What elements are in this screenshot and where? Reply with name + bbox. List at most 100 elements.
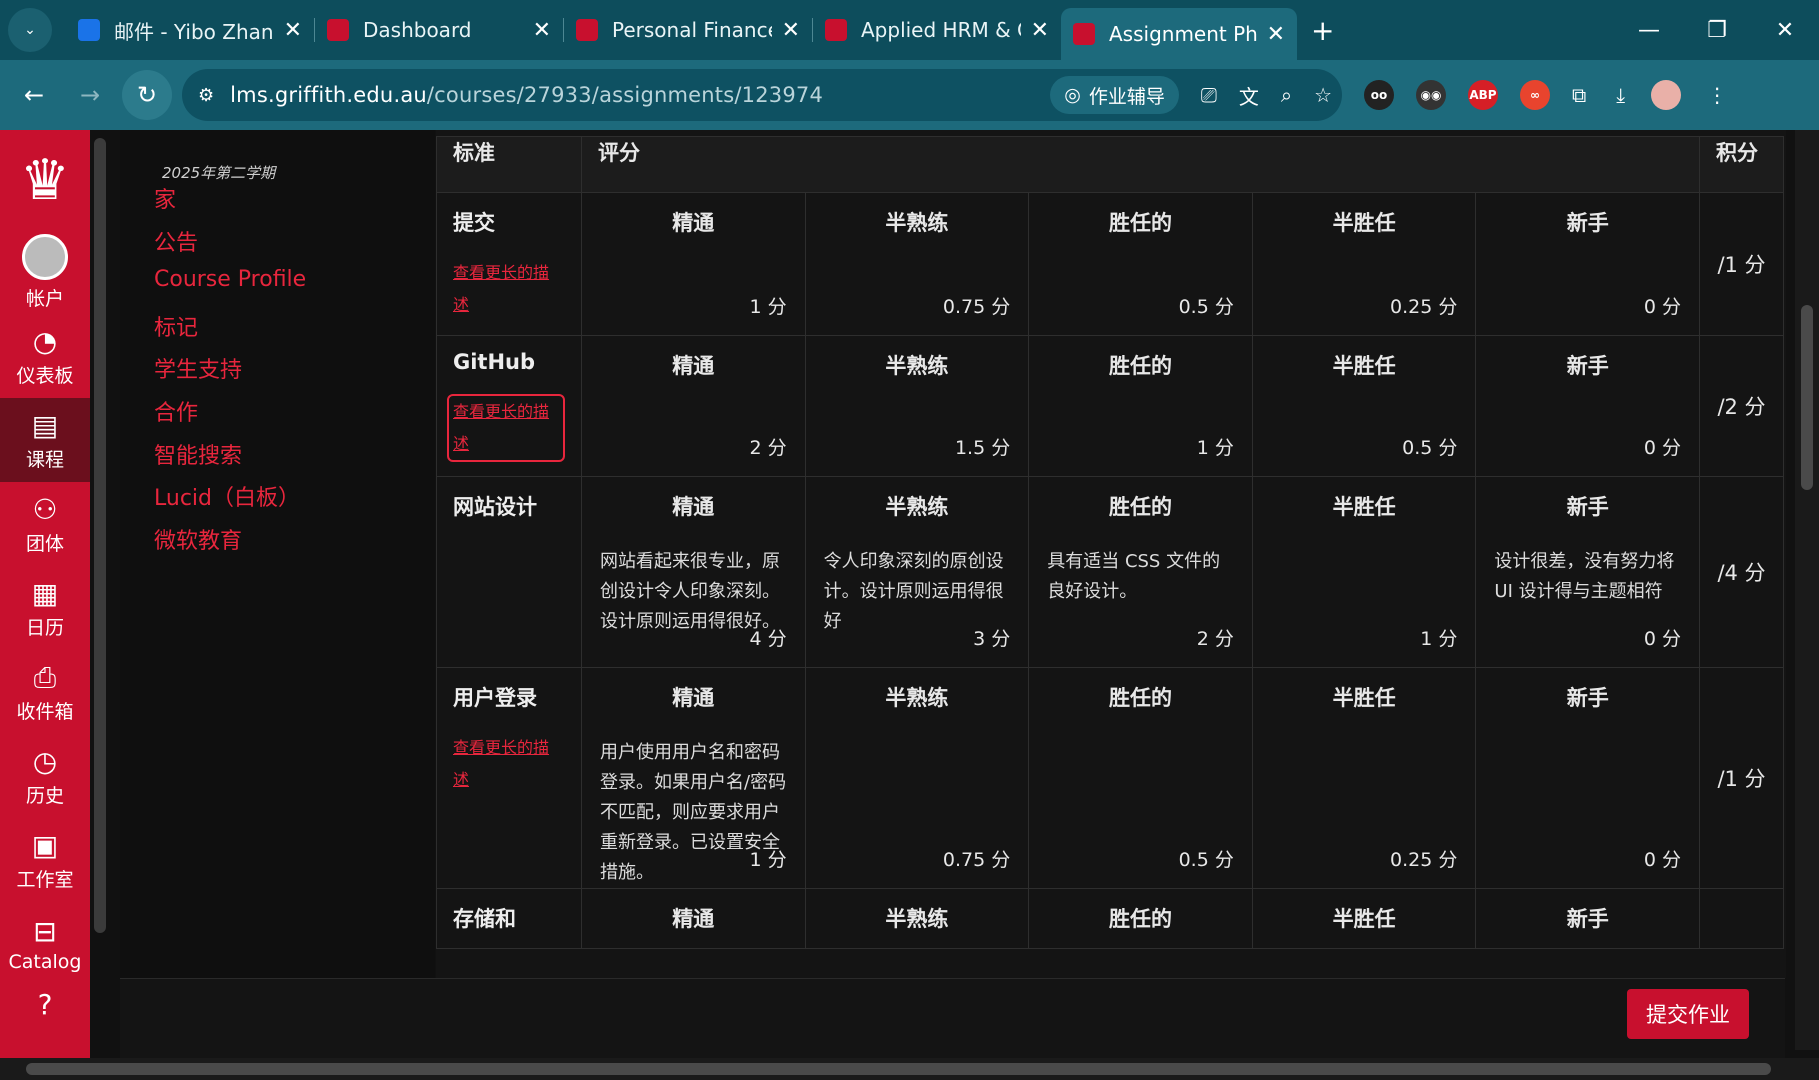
nav-history[interactable]: ◷ 历史 [0, 734, 90, 818]
rating-cell[interactable]: 半胜任 0.25 分 [1251, 667, 1477, 889]
course-nav-link[interactable]: 公告 [154, 225, 198, 257]
course-nav-link[interactable]: 微软教育 [154, 523, 242, 555]
griffith-logo[interactable]: ♛ [0, 130, 90, 230]
tab-close-icon[interactable]: ✕ [533, 18, 551, 43]
install-app-icon[interactable]: ⎚ [1201, 83, 1217, 107]
nav-account[interactable]: 帐户 [0, 230, 90, 314]
rating-cell[interactable]: 半熟练 令人印象深刻的原创设计。设计原则运用得很好 3 分 [804, 476, 1030, 668]
browser-tab[interactable]: Applied HRM & Cha ✕ [813, 8, 1061, 52]
tab-title: 邮件 - Yibo Zhang - ( [114, 19, 274, 44]
rating-cell[interactable]: 精通 用户使用用户名和密码登录。如果用户名/密码不匹配，则应要求用户重新登录。已设… [581, 667, 806, 889]
rating-cell[interactable]: 精通 [581, 888, 806, 949]
rating-cell[interactable]: 新手 0 分 [1475, 667, 1701, 889]
nav-catalog[interactable]: ⊟ Catalog [0, 902, 90, 986]
rating-cell[interactable]: 半胜任 0.25 分 [1251, 192, 1477, 336]
course-nav-link[interactable]: 合作 [154, 395, 198, 427]
course-nav-link[interactable]: Course Profile [154, 267, 306, 292]
tab-close-icon[interactable]: ✕ [284, 18, 302, 43]
browser-tab[interactable]: 邮件 - Yibo Zhang - ( ✕ [66, 8, 314, 52]
course-nav-link[interactable]: 家 [154, 182, 176, 214]
view-longer-description-link[interactable]: 查看更长的描述 [453, 257, 557, 321]
rating-cell[interactable]: 胜任的 0.5 分 [1028, 192, 1253, 336]
reload-icon[interactable]: ↻ [122, 70, 172, 120]
tab-search-chevron-icon[interactable]: ⌄ [8, 8, 52, 52]
nav-calendar[interactable]: ▦ 日历 [0, 566, 90, 650]
rating-points: 0 分 [1643, 437, 1682, 459]
nav-scrollbar[interactable] [94, 138, 106, 933]
dashboard-icon: ◔ [32, 324, 58, 358]
browser-tab[interactable]: Dashboard ✕ [315, 8, 563, 52]
rating-points: 0.5 分 [1178, 296, 1234, 318]
page-vertical-scrollbar[interactable] [1795, 130, 1819, 1050]
minimize-icon[interactable]: — [1615, 18, 1683, 43]
nav-account-label: 帐户 [25, 287, 64, 310]
close-window-icon[interactable]: ✕ [1751, 18, 1819, 43]
back-arrow-icon[interactable]: ← [12, 81, 56, 109]
ext-infinity-icon[interactable]: ∞ [1520, 80, 1550, 110]
semester-label: 2025年第二学期 [162, 164, 276, 182]
rating-cell[interactable]: 精通 2 分 [581, 335, 806, 477]
criterion-points: /4 分 [1699, 476, 1784, 668]
rating-cell[interactable]: 半熟练 0.75 分 [804, 667, 1030, 889]
course-nav-link[interactable]: 智能搜索 [154, 438, 242, 470]
rating-cell[interactable]: 胜任的 [1028, 888, 1253, 949]
tab-close-icon[interactable]: ✕ [782, 18, 800, 43]
course-nav-link[interactable]: 标记 [154, 310, 198, 342]
browser-tab[interactable]: Personal Finance (12 ✕ [564, 8, 812, 52]
browser-tab[interactable]: Assignment Phase 2 ✕ [1061, 8, 1297, 60]
criterion-cell: 提交 查看更长的描述 [436, 192, 582, 336]
adblock-icon[interactable]: ABP [1468, 80, 1498, 110]
rating-cell[interactable]: 新手 0 分 [1475, 335, 1701, 477]
nav-inbox[interactable]: ⎙ 收件箱 [0, 650, 90, 734]
view-longer-description-link[interactable]: 查看更长的描述 [447, 394, 565, 462]
rating-cell[interactable]: 半熟练 [804, 888, 1030, 949]
rating-points: 1.5 分 [954, 437, 1011, 459]
profile-avatar[interactable] [1651, 80, 1682, 110]
nav-item-label: Catalog [8, 951, 82, 973]
tab-close-icon[interactable]: ✕ [1031, 18, 1049, 43]
address-bar[interactable]: ⚙ lms.griffith.edu.au/courses/27933/assi… [182, 69, 1342, 121]
ext-eyes-icon[interactable]: ◉◉ [1416, 80, 1446, 110]
rating-cell[interactable]: 精通 1 分 [581, 192, 806, 336]
restore-icon[interactable]: ❐ [1683, 18, 1751, 43]
rating-cell[interactable]: 新手 设计很差，没有努力将 UI 设计得与主题相符 0 分 [1475, 476, 1701, 668]
course-nav-link[interactable]: 学生支持 [154, 352, 242, 384]
rating-cell[interactable]: 新手 [1475, 888, 1701, 949]
homework-helper-button[interactable]: ◎ 作业辅导 [1050, 76, 1179, 114]
ext-glasses-icon[interactable]: oo [1364, 80, 1394, 110]
site-settings-icon[interactable]: ⚙ [198, 85, 214, 106]
rating-cell[interactable]: 半胜任 [1251, 888, 1477, 949]
rating-cell[interactable]: 胜任的 1 分 [1028, 335, 1253, 477]
horizontal-scroll-thumb[interactable] [26, 1063, 1771, 1075]
submit-assignment-button[interactable]: 提交作业 [1627, 989, 1749, 1039]
browser-menu-icon[interactable]: ⋮ [1707, 83, 1727, 107]
forward-arrow-icon[interactable]: → [68, 81, 112, 109]
nav-courses[interactable]: ▤ 课程 [0, 398, 90, 482]
view-longer-description-link[interactable]: 查看更长的描述 [453, 732, 557, 796]
history-icon: ◷ [32, 744, 58, 778]
help-icon[interactable]: ? [0, 986, 90, 1026]
vertical-scroll-thumb[interactable] [1801, 305, 1813, 490]
rating-cell[interactable]: 半熟练 0.75 分 [804, 192, 1030, 336]
rating-title: 新手 [1566, 211, 1609, 235]
bookmark-star-icon[interactable]: ☆ [1314, 83, 1332, 107]
downloads-icon[interactable]: ⤓ [1616, 83, 1625, 107]
nav-dashboard[interactable]: ◔ 仪表板 [0, 314, 90, 398]
nav-studio[interactable]: ▣ 工作室 [0, 818, 90, 902]
translate-icon[interactable]: 文 [1239, 81, 1259, 110]
extensions-puzzle-icon[interactable]: ⧉ [1572, 83, 1586, 107]
tab-close-icon[interactable]: ✕ [1267, 22, 1285, 47]
rating-cell[interactable]: 半胜任 1 分 [1251, 476, 1477, 668]
new-tab-plus-icon[interactable]: + [1311, 14, 1334, 47]
zoom-icon[interactable]: ⌕ [1281, 83, 1292, 107]
nav-groups[interactable]: ⚇ 团体 [0, 482, 90, 566]
page-horizontal-scrollbar[interactable] [0, 1058, 1819, 1080]
rating-cell[interactable]: 胜任的 具有适当 CSS 文件的良好设计。 2 分 [1028, 476, 1253, 668]
rating-cell[interactable]: 胜任的 0.5 分 [1028, 667, 1253, 889]
rating-title: 精通 [672, 907, 715, 931]
rating-cell[interactable]: 精通 网站看起来很专业，原创设计令人印象深刻。设计原则运用得很好。 4 分 [581, 476, 806, 668]
rating-cell[interactable]: 半熟练 1.5 分 [804, 335, 1030, 477]
rating-cell[interactable]: 半胜任 0.5 分 [1251, 335, 1477, 477]
rating-cell[interactable]: 新手 0 分 [1475, 192, 1701, 336]
course-nav-link[interactable]: Lucid（白板） [154, 480, 300, 512]
